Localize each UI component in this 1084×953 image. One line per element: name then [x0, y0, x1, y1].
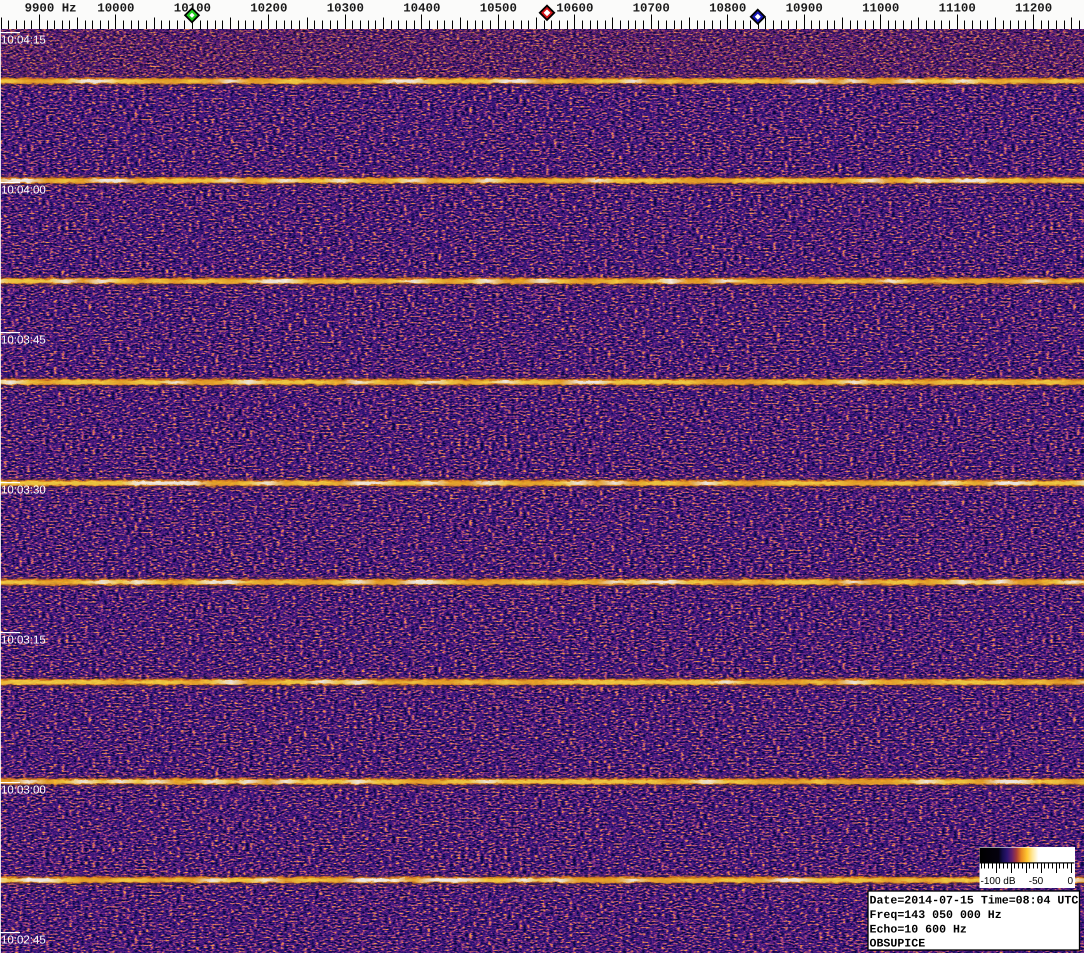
svg-text:0: 0 [1067, 876, 1073, 887]
svg-text:10800: 10800 [709, 2, 746, 16]
svg-text:-100 dB: -100 dB [981, 876, 1016, 887]
svg-text:10500: 10500 [480, 2, 517, 16]
svg-text:Freq=143 050 000 Hz: Freq=143 050 000 Hz [870, 909, 1002, 922]
svg-text:11200: 11200 [1015, 2, 1052, 16]
svg-text:10:03:15: 10:03:15 [1, 635, 46, 647]
svg-text:9900 Hz: 9900 Hz [25, 2, 77, 16]
svg-text:10900: 10900 [786, 2, 823, 16]
svg-text:11000: 11000 [862, 2, 899, 16]
svg-text:10300: 10300 [327, 2, 364, 16]
svg-text:10000: 10000 [97, 2, 134, 16]
svg-text:10:04:00: 10:04:00 [1, 185, 46, 197]
svg-text:-50: -50 [1029, 876, 1044, 887]
svg-text:10200: 10200 [250, 2, 287, 16]
svg-text:10:03:45: 10:03:45 [1, 335, 46, 347]
svg-text:10:04:15: 10:04:15 [1, 35, 46, 47]
svg-text:10:03:00: 10:03:00 [1, 785, 46, 797]
svg-text:10700: 10700 [633, 2, 670, 16]
svg-text:Echo=10 600 Hz: Echo=10 600 Hz [870, 923, 967, 936]
svg-text:10400: 10400 [403, 2, 440, 16]
svg-text:Date=2014-07-15 Time=08:04 UTC: Date=2014-07-15 Time=08:04 UTC [870, 895, 1079, 908]
svg-text:OBSUPICE: OBSUPICE [870, 938, 926, 951]
svg-text:10:02:45: 10:02:45 [1, 935, 46, 947]
svg-text:10:03:30: 10:03:30 [1, 485, 46, 497]
svg-text:10600: 10600 [556, 2, 593, 16]
svg-text:11100: 11100 [939, 2, 976, 16]
